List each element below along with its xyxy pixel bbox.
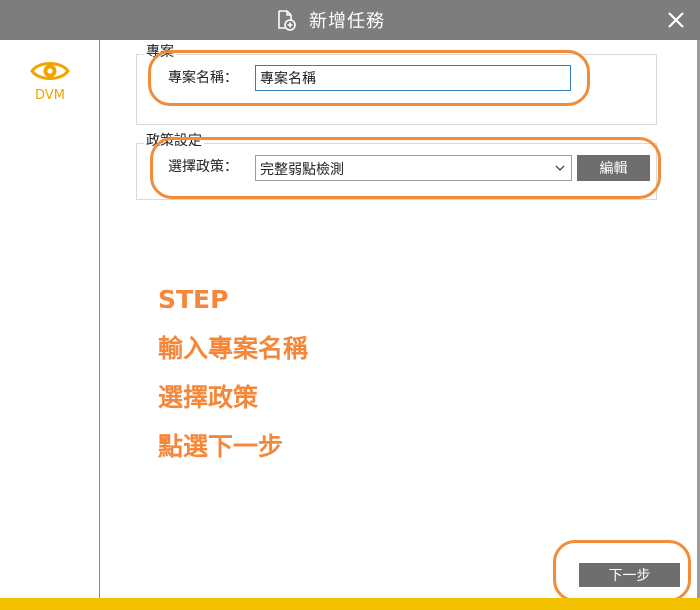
window-title-group: 新增任務 bbox=[275, 0, 385, 40]
chevron-down-icon bbox=[555, 165, 565, 171]
close-button[interactable] bbox=[658, 2, 694, 38]
project-name-input[interactable] bbox=[255, 65, 571, 91]
policy-select[interactable]: 完整弱點檢測 bbox=[255, 155, 572, 181]
project-group-legend: 專案 bbox=[144, 44, 176, 60]
close-icon bbox=[668, 12, 684, 28]
instruction-steps: STEP 輸入專案名稱 選擇政策 點選下一步 bbox=[158, 283, 308, 479]
instruction-line-step: STEP bbox=[158, 285, 229, 314]
document-add-icon bbox=[275, 9, 297, 31]
policy-select-label: 選擇政策： bbox=[168, 159, 238, 175]
title-bar: 新增任務 bbox=[0, 0, 700, 40]
eye-icon bbox=[30, 62, 70, 80]
window-title: 新增任務 bbox=[309, 11, 385, 32]
policy-group-legend: 政策設定 bbox=[144, 133, 204, 149]
instruction-line-2: 選擇政策 bbox=[158, 383, 259, 412]
sidebar-item-dvm[interactable]: DVM bbox=[15, 58, 85, 114]
instruction-line-1: 輸入專案名稱 bbox=[158, 334, 309, 363]
next-step-button[interactable]: 下一步 bbox=[579, 563, 680, 587]
sidebar: DVM bbox=[0, 40, 100, 598]
bottom-accent-bar bbox=[0, 598, 700, 610]
edit-policy-button[interactable]: 編輯 bbox=[577, 155, 650, 181]
policy-select-value: 完整弱點檢測 bbox=[260, 162, 344, 178]
sidebar-item-label: DVM bbox=[35, 88, 65, 103]
project-name-label: 專案名稱： bbox=[168, 70, 238, 86]
instruction-line-3: 點選下一步 bbox=[158, 432, 284, 461]
